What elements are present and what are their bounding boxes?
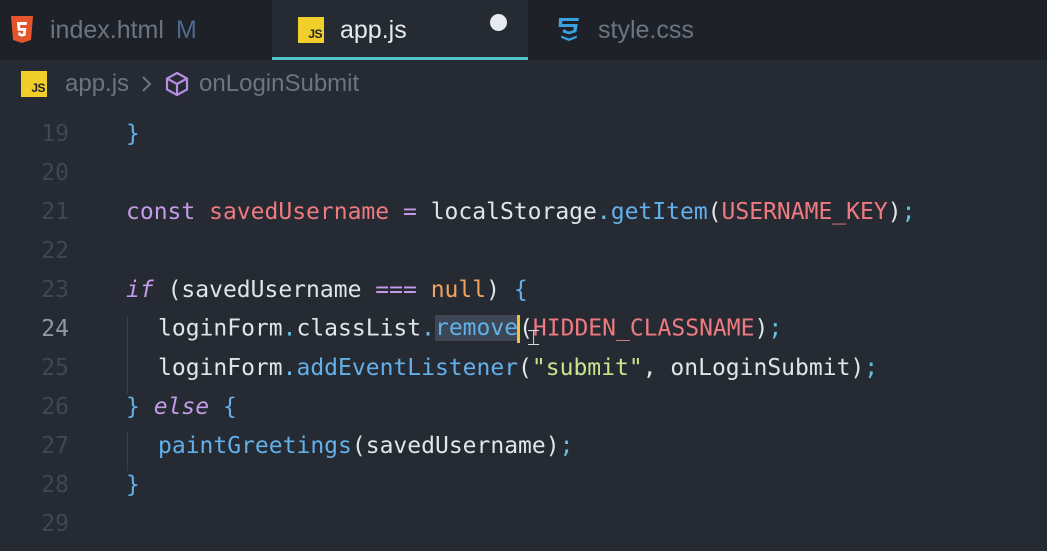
html5-icon — [10, 16, 34, 44]
modified-indicator: M — [175, 15, 197, 44]
code-line-active[interactable]: 24 loginForm.classList.remove(HIDDEN_CLA… — [0, 309, 1047, 348]
tab-style-css[interactable]: style.css — [528, 0, 694, 60]
line-number: 24 — [41, 315, 69, 342]
line-number: 27 — [41, 432, 69, 459]
code-text: if (savedUsername === null) { — [126, 276, 528, 303]
editor-tab-bar: index.html M JS app.js style.css — [0, 0, 1047, 60]
breadcrumb-file[interactable]: app.js — [65, 70, 129, 98]
code-line[interactable]: 21 const savedUsername = localStorage.ge… — [0, 192, 1047, 231]
line-number: 23 — [41, 276, 69, 303]
tab-index-html[interactable]: index.html M — [0, 0, 272, 60]
line-number: 26 — [41, 393, 69, 420]
tab-label: index.html — [50, 15, 164, 44]
code-line[interactable]: 25 loginForm.addEventListener("submit", … — [0, 348, 1047, 387]
code-line[interactable]: 29 — [0, 504, 1047, 543]
breadcrumb-symbol[interactable]: onLoginSubmit — [199, 70, 359, 98]
tab-label: app.js — [340, 15, 407, 44]
line-number: 28 — [41, 471, 69, 498]
js-icon: JS — [21, 71, 47, 97]
line-number: 19 — [41, 120, 69, 147]
line-number: 25 — [41, 354, 69, 381]
code-text: } — [126, 471, 140, 498]
code-line[interactable]: 22 — [0, 231, 1047, 270]
code-text: loginForm.classList.remove(HIDDEN_CLASSN… — [158, 314, 783, 343]
code-line[interactable]: 27 paintGreetings(savedUsername); — [0, 426, 1047, 465]
breadcrumb: JS app.js onLoginSubmit — [0, 60, 1047, 108]
tab-label: style.css — [598, 15, 694, 44]
unsaved-dot-icon[interactable] — [490, 14, 507, 31]
code-text: paintGreetings(savedUsername); — [158, 432, 574, 459]
chevron-right-icon — [141, 75, 153, 93]
code-text: loginForm.addEventListener("submit", onL… — [158, 354, 879, 381]
code-line[interactable]: 26 } else { — [0, 387, 1047, 426]
selected-token: remove — [434, 315, 519, 341]
code-text: } else { — [126, 393, 237, 420]
code-line[interactable]: 23 if (savedUsername === null) { — [0, 270, 1047, 309]
code-line[interactable]: 20 — [0, 153, 1047, 192]
code-text: const savedUsername = localStorage.getIt… — [126, 198, 916, 225]
js-icon: JS — [298, 17, 324, 43]
tab-app-js[interactable]: JS app.js — [272, 0, 528, 60]
line-number: 20 — [41, 159, 69, 186]
code-line[interactable]: 28 } — [0, 465, 1047, 504]
code-editor[interactable]: 19 } 20 21 const savedUsername = localSt… — [0, 108, 1047, 551]
mouse-ibeam-cursor-icon: ⌶ — [527, 326, 541, 351]
code-line[interactable]: 19 } — [0, 114, 1047, 153]
line-number: 21 — [41, 198, 69, 225]
method-cube-icon — [163, 70, 191, 98]
code-text: } — [126, 120, 140, 147]
line-number: 29 — [41, 510, 69, 537]
css3-icon — [556, 16, 582, 44]
line-number: 22 — [41, 237, 69, 264]
